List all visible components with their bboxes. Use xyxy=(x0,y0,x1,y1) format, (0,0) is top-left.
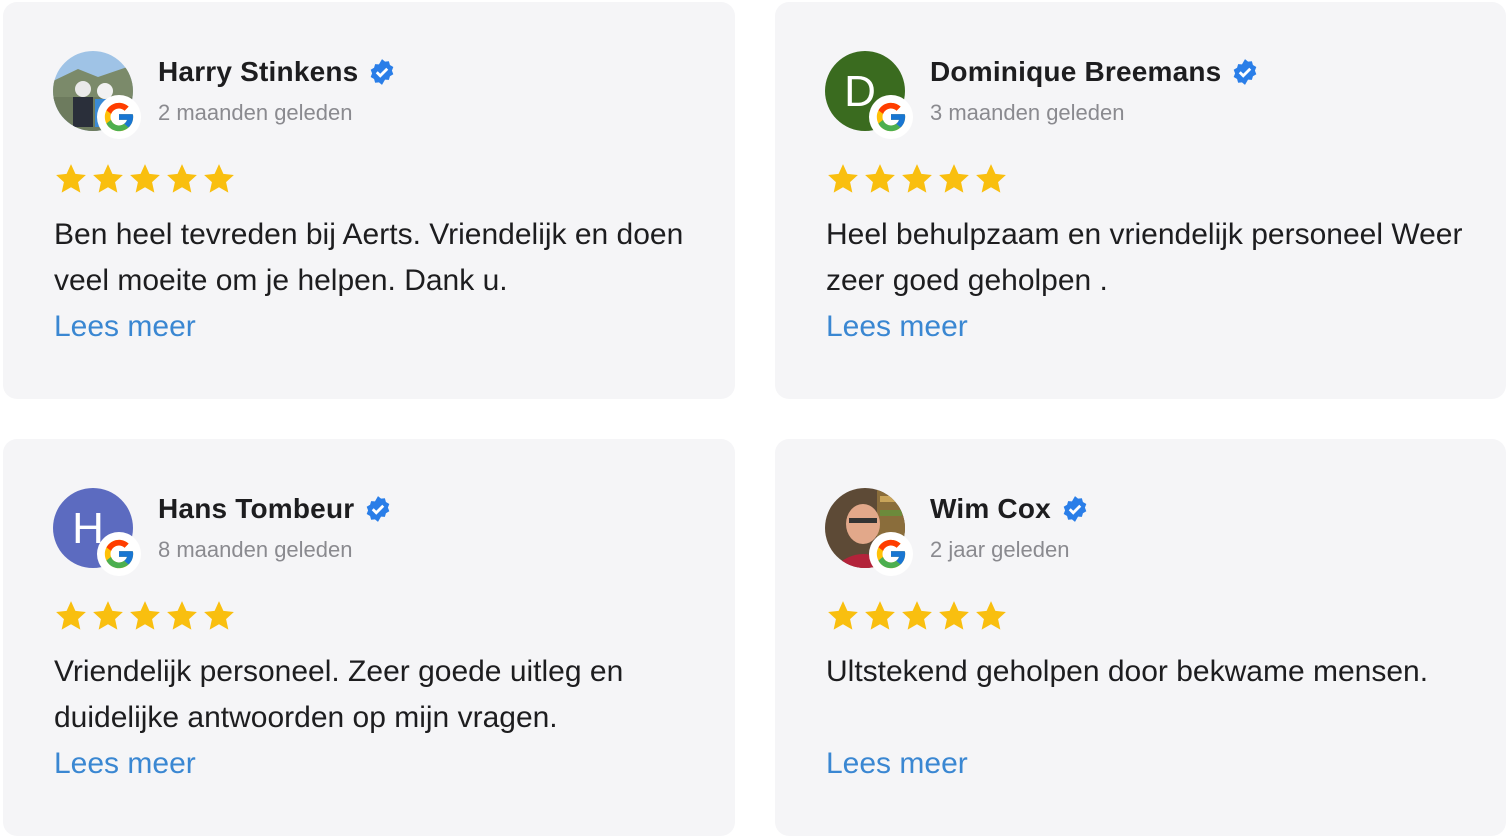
star-icon xyxy=(167,601,197,630)
review-text: Heel behulpzaam en vriendelijk personeel… xyxy=(826,218,1463,297)
review-card: D Dominique Breemans 3 maanden geleden H… xyxy=(775,2,1506,399)
star-icon xyxy=(204,164,234,193)
star-rating xyxy=(825,162,1009,196)
star-icon xyxy=(93,164,123,193)
reviewer-header: Dominique Breemans xyxy=(930,54,1259,90)
star-icon xyxy=(93,601,123,630)
verified-badge-icon xyxy=(1061,495,1089,523)
star-icon xyxy=(865,601,895,630)
avatar[interactable] xyxy=(825,488,913,576)
review-text: Vriendelijk personeel. Zeer goede uitleg… xyxy=(54,655,624,734)
reviewer-name[interactable]: Wim Cox xyxy=(930,493,1051,525)
verified-badge-icon xyxy=(1231,58,1259,86)
review-card: H Hans Tombeur 8 maanden geleden Vriende… xyxy=(3,439,735,836)
review-time: 2 maanden geleden xyxy=(158,100,353,125)
google-icon xyxy=(869,95,913,139)
read-more-link[interactable]: Lees meer xyxy=(826,304,968,350)
reviewer-name[interactable]: Dominique Breemans xyxy=(930,56,1221,88)
read-more-link[interactable]: Lees meer xyxy=(826,741,968,787)
review-time: 2 jaar geleden xyxy=(930,537,1070,562)
read-more-link[interactable]: Lees meer xyxy=(54,741,196,787)
star-icon xyxy=(130,164,160,193)
google-icon xyxy=(97,532,141,576)
star-icon xyxy=(130,601,160,630)
read-more-link[interactable]: Lees meer xyxy=(54,304,196,350)
reviewer-header: Harry Stinkens xyxy=(158,54,396,90)
star-icon xyxy=(828,164,858,193)
avatar[interactable]: D xyxy=(825,51,913,139)
google-icon xyxy=(97,95,141,139)
reviewer-header: Wim Cox xyxy=(930,491,1089,527)
google-icon xyxy=(869,532,913,576)
review-text: Ultstekend geholpen door bekwame mensen. xyxy=(826,655,1429,688)
star-icon xyxy=(902,601,932,630)
avatar[interactable] xyxy=(53,51,141,139)
review-card: Wim Cox 2 jaar geleden Ultstekend geholp… xyxy=(775,439,1506,836)
review-text: Ben heel tevreden bij Aerts. Vriendelijk… xyxy=(54,218,684,297)
reviewer-header: Hans Tombeur xyxy=(158,491,392,527)
verified-badge-icon xyxy=(364,495,392,523)
star-icon xyxy=(56,164,86,193)
star-icon xyxy=(939,164,969,193)
star-icon xyxy=(976,164,1006,193)
verified-badge-icon xyxy=(368,58,396,86)
star-icon xyxy=(976,601,1006,630)
star-icon xyxy=(56,601,86,630)
reviewer-name[interactable]: Harry Stinkens xyxy=(158,56,358,88)
star-icon xyxy=(939,601,969,630)
star-icon xyxy=(828,601,858,630)
avatar[interactable]: H xyxy=(53,488,141,576)
star-rating xyxy=(53,162,237,196)
reviewer-name[interactable]: Hans Tombeur xyxy=(158,493,354,525)
review-time: 3 maanden geleden xyxy=(930,100,1125,125)
star-icon xyxy=(167,164,197,193)
star-rating xyxy=(53,599,237,633)
star-rating xyxy=(825,599,1009,633)
review-card: Harry Stinkens 2 maanden geleden Ben hee… xyxy=(3,2,735,399)
star-icon xyxy=(865,164,895,193)
review-time: 8 maanden geleden xyxy=(158,537,353,562)
star-icon xyxy=(204,601,234,630)
star-icon xyxy=(902,164,932,193)
